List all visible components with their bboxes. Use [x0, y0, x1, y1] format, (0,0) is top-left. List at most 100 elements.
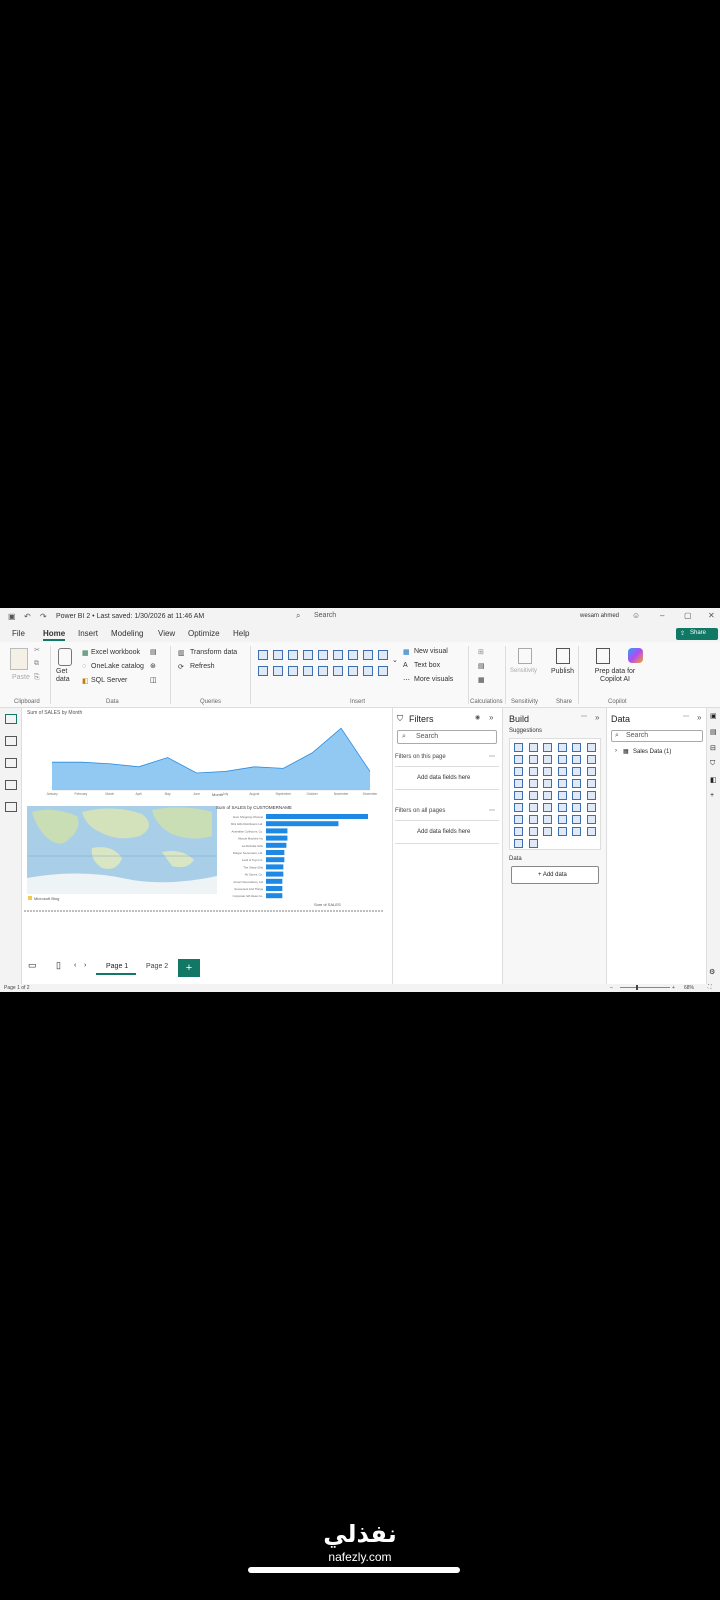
text-box-button[interactable]: Text box — [414, 662, 440, 669]
visual-type-icon[interactable] — [514, 779, 523, 788]
gallery-expand-icon[interactable]: ⌄ — [392, 656, 398, 664]
clustered-column-icon[interactable] — [303, 650, 313, 660]
filters-page-drop-zone[interactable]: Add data fields here — [395, 766, 499, 790]
donut-chart-icon[interactable] — [288, 666, 298, 676]
line-chart-icon[interactable] — [348, 650, 358, 660]
selection-icon[interactable]: ◧ — [710, 776, 717, 784]
visual-type-icon[interactable] — [514, 839, 523, 848]
copilot-icon[interactable] — [628, 648, 643, 663]
visual-type-icon[interactable] — [572, 755, 581, 764]
add-data-button[interactable]: + Add data — [511, 866, 599, 884]
visual-type-icon[interactable] — [572, 743, 581, 752]
report-view-icon[interactable] — [5, 714, 17, 724]
visual-type-icon[interactable] — [543, 815, 552, 824]
menu-optimize[interactable]: Optimize — [188, 629, 220, 638]
quick-measure-icon[interactable]: ▤ — [478, 662, 485, 670]
visual-type-icon[interactable] — [586, 755, 596, 764]
area-chart[interactable]: January February March April May June July Augu… — [46, 727, 378, 796]
minimize-icon[interactable]: – — [660, 611, 664, 620]
new-visual-button[interactable]: New visual — [414, 648, 448, 655]
visual-type-icon[interactable] — [514, 803, 523, 812]
visual-type-icon[interactable] — [543, 791, 552, 800]
copy-icon[interactable]: ⧉ — [34, 660, 39, 668]
full-column-icon[interactable] — [333, 650, 343, 660]
mobile-layout-icon[interactable]: ▯ — [56, 960, 61, 971]
report-canvas[interactable]: Sum of SALES by Month January February Mar… — [22, 708, 392, 918]
visual-type-icon[interactable] — [543, 767, 552, 776]
bar-chart[interactable]: Euro Shopping Channel Mini Gifts Distribu… — [231, 814, 368, 899]
transform-data-button[interactable]: Transform data — [190, 649, 237, 656]
menu-modeling[interactable]: Modeling — [111, 629, 143, 638]
filters-search-input[interactable]: ⌕ Search — [397, 730, 497, 744]
user-name[interactable]: wesam ahmed — [580, 613, 619, 619]
visual-type-icon[interactable] — [514, 767, 523, 776]
matrix-icon[interactable] — [378, 666, 388, 676]
visual-type-icon[interactable] — [586, 803, 596, 812]
new-measure-icon[interactable]: ⊞ — [478, 648, 484, 656]
collapse-data-icon[interactable]: » — [697, 713, 701, 722]
dax-query-view-icon[interactable] — [5, 780, 17, 790]
collapse-filters-icon[interactable]: » — [489, 713, 493, 722]
share-button[interactable]: ⇪ Share — [676, 628, 718, 640]
publish-button[interactable]: Publish — [551, 668, 574, 675]
visual-type-icon[interactable] — [528, 767, 538, 776]
zoom-slider[interactable] — [620, 987, 670, 988]
visual-type-icon[interactable] — [543, 755, 552, 764]
more-options-icon[interactable]: ⋯ — [683, 713, 689, 720]
fit-page-icon[interactable]: ⛶ — [708, 984, 712, 990]
settings-icon[interactable]: ⚙ — [709, 968, 715, 976]
area-chart-icon[interactable] — [363, 650, 373, 660]
next-page-icon[interactable]: › — [84, 962, 86, 969]
get-data-button[interactable]: Get data — [56, 668, 78, 684]
visual-type-icon[interactable] — [557, 827, 567, 836]
visual-type-icon[interactable] — [528, 791, 538, 800]
visual-type-icon[interactable] — [586, 791, 596, 800]
visual-type-icon[interactable] — [586, 815, 596, 824]
visual-type-icon[interactable] — [572, 815, 581, 824]
visual-type-icon[interactable] — [557, 803, 567, 812]
card-icon[interactable] — [348, 666, 358, 676]
stacked-area-icon[interactable] — [378, 650, 388, 660]
add-pane-icon[interactable]: + — [710, 792, 714, 799]
visual-type-icon[interactable] — [572, 767, 581, 776]
visual-type-icon[interactable] — [572, 791, 581, 800]
search-bar[interactable]: ⌕ Search — [296, 611, 466, 623]
desktop-layout-icon[interactable]: ▭ — [28, 960, 37, 971]
gauge-icon[interactable] — [333, 666, 343, 676]
save-icon[interactable]: ▣ — [8, 612, 16, 621]
visual-type-icon[interactable] — [528, 743, 538, 752]
document-title[interactable]: Power BI 2 • Last saved: 1/30/2026 at 11… — [56, 613, 204, 620]
sensitivity-button[interactable]: Sensitivity — [510, 668, 537, 674]
cut-icon[interactable]: ✂ — [34, 646, 40, 654]
model-view-icon[interactable] — [5, 758, 17, 768]
clustered-bar-icon[interactable] — [288, 650, 298, 660]
visual-type-icon[interactable] — [557, 791, 567, 800]
excel-workbook-button[interactable]: Excel workbook — [91, 649, 140, 656]
menu-help[interactable]: Help — [233, 629, 249, 638]
redo-icon[interactable]: ↷ — [40, 612, 47, 621]
visual-type-icon[interactable] — [528, 779, 538, 788]
visual-type-icon[interactable] — [543, 827, 552, 836]
prev-page-icon[interactable]: ‹ — [74, 962, 76, 969]
visual-type-icon[interactable] — [528, 755, 538, 764]
enter-data-icon[interactable]: ▤ — [150, 648, 157, 656]
format-painter-icon[interactable]: ⎘ — [34, 674, 40, 682]
visual-type-icon[interactable] — [586, 827, 596, 836]
visual-type-icon[interactable] — [586, 767, 596, 776]
close-icon[interactable]: ✕ — [708, 611, 715, 620]
menu-home[interactable]: Home — [43, 629, 66, 641]
visual-type-icon[interactable] — [528, 827, 538, 836]
zoom-thumb[interactable] — [636, 985, 638, 990]
visual-type-icon[interactable] — [514, 743, 523, 752]
stacked-column-icon[interactable] — [273, 650, 283, 660]
table-sales-data[interactable]: › ▦ Sales Data (1) — [615, 748, 695, 758]
visual-type-icon[interactable] — [557, 755, 567, 764]
paste-button[interactable]: Paste — [12, 674, 30, 681]
treemap-icon[interactable] — [303, 666, 313, 676]
ribbon-chart-icon[interactable] — [258, 666, 268, 676]
menu-insert[interactable]: Insert — [78, 629, 98, 638]
home-indicator[interactable] — [248, 1567, 460, 1573]
visual-type-icon[interactable] — [514, 791, 523, 800]
bookmarks-icon[interactable]: ⛉ — [710, 760, 715, 768]
visual-type-icon[interactable] — [514, 827, 523, 836]
